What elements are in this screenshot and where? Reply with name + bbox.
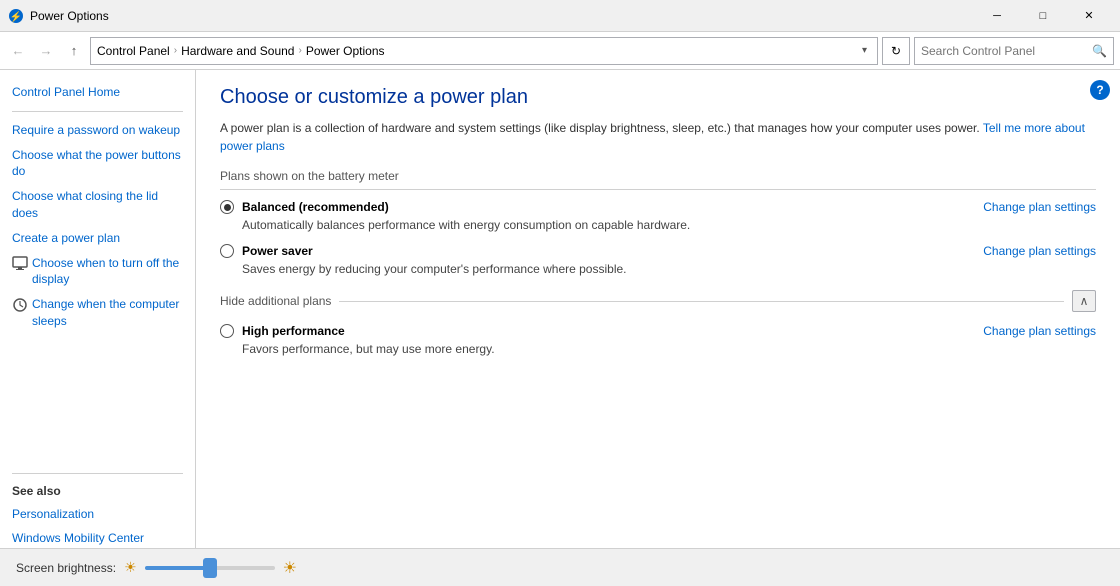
address-bar: ← → ↑ Control Panel › Hardware and Sound… (0, 32, 1120, 70)
plan-item-power-saver: Power saver Change plan settings Saves e… (220, 244, 1096, 276)
search-box: 🔍 (914, 37, 1114, 65)
sleep-icon (12, 297, 28, 313)
hide-additional-section: Hide additional plans ∧ (220, 290, 1096, 312)
plan-item-balanced: Balanced (recommended) Change plan setti… (220, 200, 1096, 232)
search-icon[interactable]: 🔍 (1092, 44, 1107, 58)
brightness-sun-low-icon: ☀ (124, 559, 137, 576)
bottom-bar: Screen brightness: ☀ ☀ (0, 548, 1120, 586)
sidebar: Control Panel Home Require a password on… (0, 70, 196, 586)
path-segment-power-options[interactable]: Power Options (306, 44, 385, 58)
brightness-slider[interactable] (145, 566, 275, 570)
path-arrow-2: › (298, 45, 301, 56)
sidebar-label-create-plan: Create a power plan (12, 230, 120, 247)
sidebar-label-turn-off-display: Choose when to turn off the display (32, 255, 183, 289)
window-controls: ─ □ ✕ (974, 0, 1112, 32)
plan-name-high-performance: High performance (242, 324, 983, 338)
brightness-thumb[interactable] (203, 558, 217, 578)
plan-name-power-saver: Power saver (242, 244, 983, 258)
description-text: A power plan is a collection of hardware… (220, 121, 980, 135)
main-container: Control Panel Home Require a password on… (0, 70, 1120, 586)
sidebar-label-computer-sleeps: Change when the computer sleeps (32, 296, 183, 330)
back-button[interactable]: ← (6, 39, 30, 63)
svg-text:⚡: ⚡ (10, 10, 22, 23)
sidebar-divider-2 (12, 473, 183, 474)
sidebar-label-control-panel-home: Control Panel Home (12, 84, 120, 101)
plan-header-balanced: Balanced (recommended) Change plan setti… (220, 200, 1096, 214)
plan-settings-link-balanced[interactable]: Change plan settings (983, 200, 1096, 214)
plan-header-power-saver: Power saver Change plan settings (220, 244, 1096, 258)
sidebar-item-closing-lid[interactable]: Choose what closing the lid does (0, 184, 195, 226)
sidebar-label-closing-lid: Choose what closing the lid does (12, 188, 183, 222)
maximize-button[interactable]: □ (1020, 0, 1066, 32)
sidebar-item-require-password[interactable]: Require a password on wakeup (0, 118, 195, 143)
plan-description-high-performance: Favors performance, but may use more ene… (242, 342, 1096, 356)
plan-settings-link-power-saver[interactable]: Change plan settings (983, 244, 1096, 258)
help-button[interactable]: ? (1090, 80, 1110, 100)
content-area: ? Choose or customize a power plan A pow… (196, 70, 1120, 586)
brightness-label: Screen brightness: (16, 561, 116, 575)
title-bar: ⚡ Power Options ─ □ ✕ (0, 0, 1120, 32)
sidebar-item-create-plan[interactable]: Create a power plan (0, 226, 195, 251)
sidebar-item-control-panel-home[interactable]: Control Panel Home (0, 80, 195, 105)
plan-header-high-performance: High performance Change plan settings (220, 324, 1096, 338)
plan-radio-power-saver[interactable] (220, 244, 234, 258)
window-title: Power Options (30, 9, 974, 23)
path-segment-control-panel[interactable]: Control Panel (97, 44, 170, 58)
plan-settings-link-high-performance[interactable]: Change plan settings (983, 324, 1096, 338)
sidebar-item-power-buttons[interactable]: Choose what the power buttons do (0, 143, 195, 185)
plan-description-power-saver: Saves energy by reducing your computer's… (242, 262, 1096, 276)
collapse-button[interactable]: ∧ (1072, 290, 1096, 312)
sidebar-label-windows-mobility: Windows Mobility Center (12, 530, 144, 547)
plan-description-balanced: Automatically balances performance with … (242, 218, 1096, 232)
refresh-button[interactable]: ↻ (882, 37, 910, 65)
up-button[interactable]: ↑ (62, 39, 86, 63)
page-title: Choose or customize a power plan (220, 86, 1096, 109)
app-icon: ⚡ (8, 8, 24, 24)
plans-divider (220, 189, 1096, 190)
page-description: A power plan is a collection of hardware… (220, 119, 1096, 155)
brightness-sun-high-icon: ☀ (283, 558, 297, 578)
sidebar-item-computer-sleeps[interactable]: Change when the computer sleeps (0, 292, 195, 334)
plan-name-balanced: Balanced (recommended) (242, 200, 983, 214)
sidebar-item-personalization[interactable]: Personalization (0, 502, 195, 527)
sidebar-label-personalization: Personalization (12, 506, 94, 523)
hide-additional-text: Hide additional plans (220, 294, 331, 308)
close-button[interactable]: ✕ (1066, 0, 1112, 32)
minimize-button[interactable]: ─ (974, 0, 1020, 32)
search-input[interactable] (921, 44, 1092, 58)
address-path: Control Panel › Hardware and Sound › Pow… (90, 37, 878, 65)
see-also-title: See also (0, 480, 195, 502)
path-segment-hardware[interactable]: Hardware and Sound (181, 44, 294, 58)
plan-radio-balanced[interactable] (220, 200, 234, 214)
path-arrow-1: › (174, 45, 177, 56)
sidebar-label-power-buttons: Choose what the power buttons do (12, 147, 183, 181)
monitor-icon (12, 256, 28, 272)
forward-button[interactable]: → (34, 39, 58, 63)
plans-section-label: Plans shown on the battery meter (220, 169, 1096, 183)
hide-additional-line (339, 301, 1064, 302)
plan-item-high-performance: High performance Change plan settings Fa… (220, 324, 1096, 356)
plan-radio-high-performance[interactable] (220, 324, 234, 338)
sidebar-label-require-password: Require a password on wakeup (12, 122, 180, 139)
sidebar-divider-1 (12, 111, 183, 112)
sidebar-item-turn-off-display[interactable]: Choose when to turn off the display (0, 251, 195, 293)
path-dropdown-arrow[interactable]: ▾ (858, 45, 871, 56)
